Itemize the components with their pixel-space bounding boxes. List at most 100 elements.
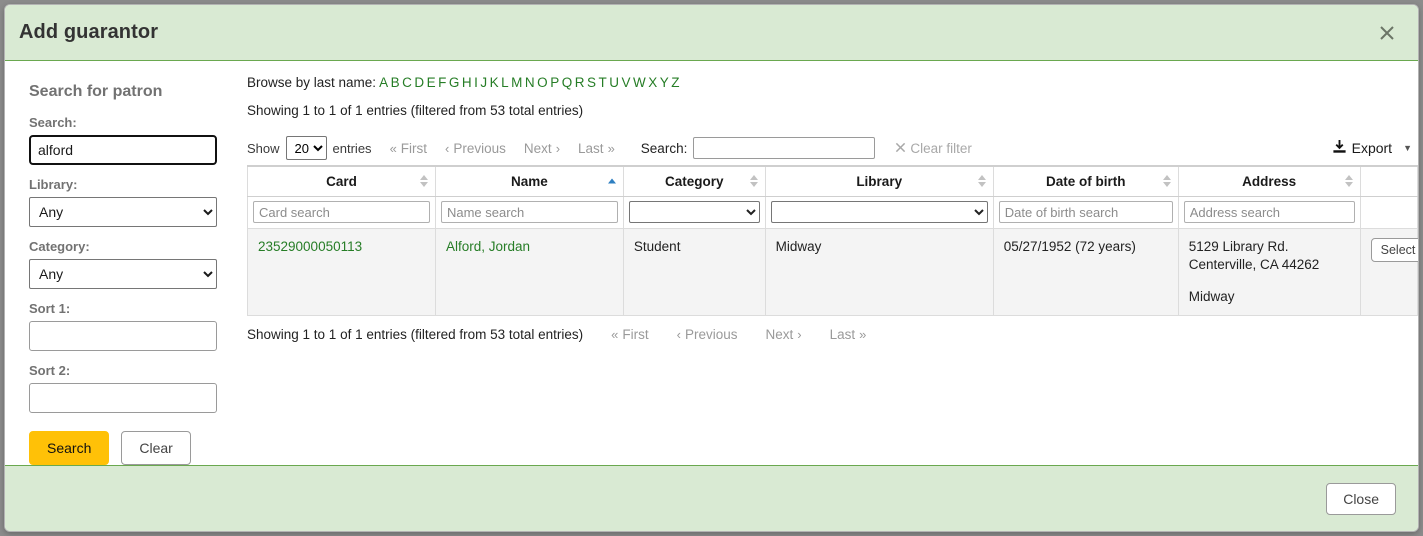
browse-letter-M[interactable]: M [511, 75, 522, 90]
double-chevron-right-icon: » [859, 327, 866, 342]
close-x-icon [895, 141, 906, 156]
browse-letter-I[interactable]: I [474, 75, 478, 90]
patron-name-link[interactable]: Alford, Jordan [446, 239, 530, 254]
sort2-field-block: Sort 2: [29, 363, 217, 413]
browse-letter-S[interactable]: S [587, 75, 596, 90]
browse-letter-C[interactable]: C [402, 75, 412, 90]
page-length-select[interactable]: 20 [286, 136, 327, 160]
column-header-address[interactable]: Address [1178, 166, 1360, 196]
browse-letter-Y[interactable]: Y [660, 75, 669, 90]
sort1-label: Sort 1: [29, 301, 217, 316]
browse-letter-L[interactable]: L [501, 75, 509, 90]
column-header-category[interactable]: Category [623, 166, 765, 196]
pager-bottom-first[interactable]: « First [611, 327, 648, 342]
filter-cell-library [765, 196, 993, 228]
pager-last-label: Last [830, 327, 856, 342]
column-header-library[interactable]: Library [765, 166, 993, 196]
page-title: Add guarantor [19, 21, 158, 44]
library-select[interactable]: Any [29, 197, 217, 227]
category-field-block: Category: Any [29, 239, 217, 289]
column-header-label: Name [511, 174, 548, 189]
browse-letter-X[interactable]: X [648, 75, 657, 90]
sort-icon [1163, 175, 1171, 187]
browse-letter-Q[interactable]: Q [562, 75, 573, 90]
search-input[interactable] [29, 135, 217, 165]
browse-letter-list: ABCDEFGHIJKLMNOPQRSTUVWXYZ [379, 75, 682, 90]
export-button[interactable]: Export ▼ [1332, 139, 1412, 157]
pager-next[interactable]: Next › [524, 141, 560, 156]
browse-letter-R[interactable]: R [575, 75, 585, 90]
category-select[interactable]: Any [29, 259, 217, 289]
table-search-input[interactable] [693, 137, 875, 159]
sort-icon [420, 175, 428, 187]
browse-letter-H[interactable]: H [462, 75, 472, 90]
clear-filter-button[interactable]: Clear filter [895, 141, 972, 156]
close-icon[interactable] [1374, 20, 1400, 46]
pager-bottom-next[interactable]: Next › [766, 327, 802, 342]
browse-letter-Z[interactable]: Z [671, 75, 679, 90]
browse-letter-W[interactable]: W [633, 75, 646, 90]
search-button[interactable]: Search [29, 431, 109, 465]
select-button[interactable]: Select [1371, 238, 1419, 262]
category-filter-select[interactable] [629, 201, 760, 223]
cell-date-of-birth: 05/27/1952 (72 years) [993, 228, 1178, 316]
library-filter-select[interactable] [771, 201, 988, 223]
cell-name: Alford, Jordan [435, 228, 623, 316]
clear-filter-label: Clear filter [910, 141, 972, 156]
sort2-input[interactable] [29, 383, 217, 413]
browse-letter-E[interactable]: E [427, 75, 436, 90]
cell-actions: Select [1360, 228, 1417, 316]
modal-body: Search for patron Search: Library: Any C… [5, 61, 1418, 465]
caret-down-icon: ▼ [1403, 143, 1412, 153]
browse-letter-F[interactable]: F [438, 75, 446, 90]
datatable-bottom: Showing 1 to 1 of 1 entries (filtered fr… [247, 316, 1418, 350]
column-header-date-of-birth[interactable]: Date of birth [993, 166, 1178, 196]
pager-first[interactable]: « First [390, 141, 427, 156]
name-search-input[interactable] [441, 201, 618, 223]
pager-previous[interactable]: ‹ Previous [445, 141, 506, 156]
download-icon [1332, 139, 1347, 157]
pager-bottom-last[interactable]: Last » [830, 327, 867, 342]
cell-card: 23529000050113 [248, 228, 436, 316]
library-label: Library: [29, 177, 217, 192]
filter-cell-date-of-birth [993, 196, 1178, 228]
export-label: Export [1352, 140, 1392, 156]
sort-icon [978, 175, 986, 187]
date-of-birth-search-input[interactable] [999, 201, 1173, 223]
pager-last[interactable]: Last » [578, 141, 615, 156]
browse-letter-J[interactable]: J [480, 75, 487, 90]
column-header-name[interactable]: Name [435, 166, 623, 196]
browse-letter-O[interactable]: O [537, 75, 548, 90]
chevron-right-icon: › [556, 141, 560, 156]
clear-button[interactable]: Clear [121, 431, 190, 465]
modal-header: Add guarantor [5, 5, 1418, 61]
card-link[interactable]: 23529000050113 [258, 239, 362, 254]
pager-bottom-previous[interactable]: ‹ Previous [677, 327, 738, 342]
browse-letter-T[interactable]: T [598, 75, 606, 90]
browse-letter-U[interactable]: U [609, 75, 619, 90]
browse-letter-P[interactable]: P [550, 75, 559, 90]
table-search-control: Search: [641, 137, 876, 159]
pager-previous-label: Previous [685, 327, 738, 342]
browse-letter-G[interactable]: G [449, 75, 460, 90]
double-chevron-right-icon: » [608, 141, 615, 156]
card-search-input[interactable] [253, 201, 430, 223]
column-header-label: Category [665, 174, 724, 189]
address-search-input[interactable] [1184, 201, 1355, 223]
filter-cell-address [1178, 196, 1360, 228]
browse-letter-N[interactable]: N [525, 75, 535, 90]
browse-letter-K[interactable]: K [490, 75, 499, 90]
browse-letter-D[interactable]: D [414, 75, 424, 90]
patron-results-table: Card Name Category Library [247, 165, 1418, 316]
close-button[interactable]: Close [1326, 483, 1396, 515]
column-header-label: Library [856, 174, 902, 189]
results-info-bottom: Showing 1 to 1 of 1 entries (filtered fr… [247, 327, 583, 342]
browse-letter-B[interactable]: B [391, 75, 400, 90]
sort1-input[interactable] [29, 321, 217, 351]
browse-letter-V[interactable]: V [621, 75, 630, 90]
browse-letter-A[interactable]: A [379, 75, 388, 90]
results-panel: Browse by last name:ABCDEFGHIJKLMNOPQRST… [241, 61, 1418, 465]
library-field-block: Library: Any [29, 177, 217, 227]
pager-last-label: Last [578, 141, 604, 156]
column-header-card[interactable]: Card [248, 166, 436, 196]
